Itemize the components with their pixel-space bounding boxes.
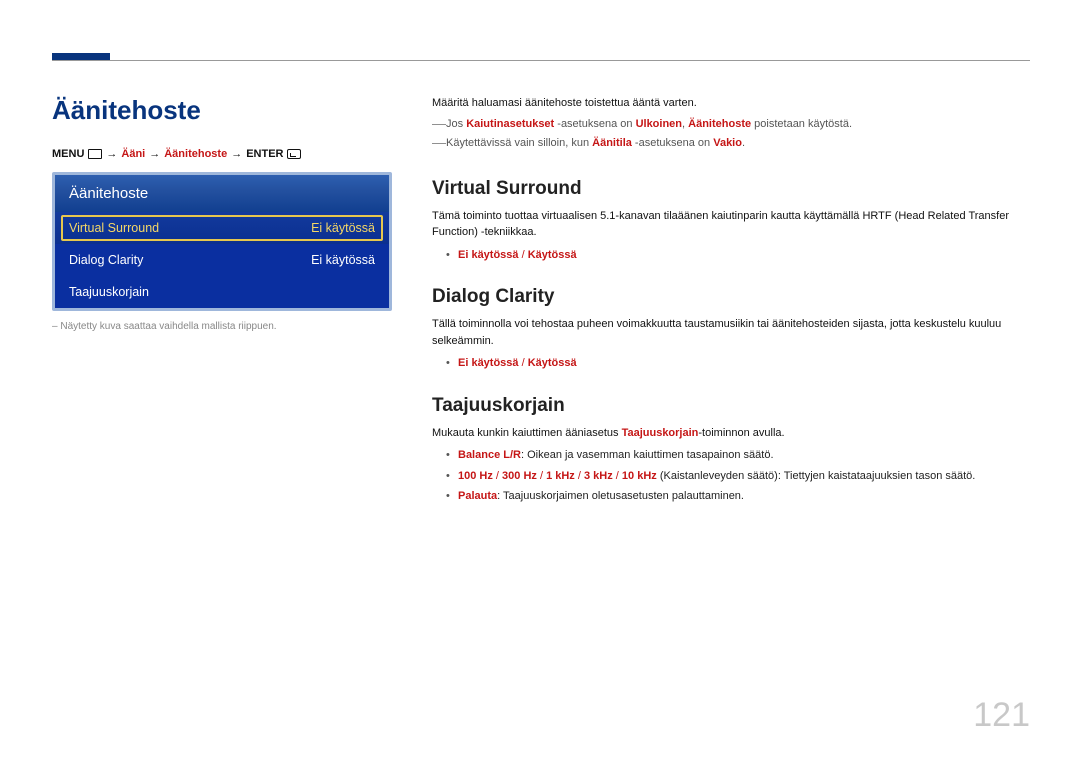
eq-bullet-reset: Palauta: Taajuuskorjaimen oletusasetuste… (432, 488, 1030, 506)
section-desc-dialog: Tällä toiminnolla voi tehostaa puheen vo… (432, 316, 1030, 349)
option-value: Ei käytössä (458, 357, 519, 369)
panel-caption: Näytetty kuva saattaa vaihdella mallista… (52, 321, 392, 332)
eq-band: 3 kHz (584, 470, 613, 482)
intro-line: Määritä haluamasi äänitehoste toistettua… (432, 95, 1030, 112)
osd-row-dialog-clarity[interactable]: Dialog Clarity Ei käytössä (55, 244, 389, 276)
breadcrumb-item-aani: Ääni (121, 148, 145, 160)
arrow-icon: → (231, 148, 242, 160)
page-title: Äänitehoste (52, 95, 392, 126)
eq-desc-bold: Taajuuskorjain (622, 427, 699, 439)
eq-desc-pre: Mukauta kunkin kaiuttimen ääniasetus (432, 427, 622, 439)
dash-icon: ― (432, 116, 446, 133)
option-line-virtual: Ei käytössä / Käytössä (432, 247, 1030, 265)
page-number: 121 (973, 696, 1030, 735)
breadcrumb-enter: ENTER (246, 148, 283, 160)
breadcrumb: MENU → Ääni → Äänitehoste → ENTER (52, 148, 392, 160)
enter-icon (287, 149, 301, 159)
note-text: poistetaan käytöstä. (751, 118, 852, 130)
eq-text: (Kaistanleveyden säätö): Tiettyjen kaist… (657, 470, 976, 482)
note-bold: Kaiutinasetukset (466, 118, 554, 130)
osd-row-label: Dialog Clarity (69, 253, 143, 267)
eq-bullet-balance: Balance L/R: Oikean ja vasemman kaiuttim… (432, 447, 1030, 465)
note-text: -asetuksena on (554, 118, 635, 130)
option-sep: / (519, 357, 528, 369)
header-rule (52, 60, 1030, 61)
breadcrumb-menu: MENU (52, 148, 84, 160)
eq-band: 10 kHz (622, 470, 657, 482)
intro-note-2: ― Käytettävissä vain silloin, kun Ääniti… (432, 135, 1030, 152)
arrow-icon: → (149, 148, 160, 160)
breadcrumb-item-aanitehoste: Äänitehoste (164, 148, 227, 160)
osd-row-taajuuskorjain[interactable]: Taajuuskorjain (55, 276, 389, 308)
eq-desc-post: -toiminnon avulla. (698, 427, 784, 439)
header-accent (52, 53, 110, 60)
option-value: Ei käytössä (458, 249, 519, 261)
note-text: Jos (446, 118, 466, 130)
note-text: . (742, 137, 745, 149)
eq-label: Balance L/R (458, 449, 521, 461)
osd-row-value: Ei käytössä (311, 221, 375, 235)
note-text: Käytettävissä vain silloin, kun (446, 137, 592, 149)
osd-row-virtual-surround[interactable]: Virtual Surround Ei käytössä (55, 212, 389, 244)
osd-row-label: Taajuuskorjain (69, 285, 149, 299)
osd-row-value: Ei käytössä (311, 253, 375, 267)
intro-note-1: ― Jos Kaiutinasetukset -asetuksena on Ul… (432, 116, 1030, 133)
eq-text: : Taajuuskorjaimen oletusasetusten palau… (497, 490, 744, 502)
eq-text: : Oikean ja vasemman kaiuttimen tasapain… (521, 449, 774, 461)
option-value: Käytössä (528, 357, 577, 369)
menu-icon (88, 149, 102, 159)
eq-band: 1 kHz (546, 470, 575, 482)
osd-panel-title: Äänitehoste (55, 175, 389, 212)
osd-row-label: Virtual Surround (69, 221, 159, 235)
option-sep: / (519, 249, 528, 261)
dash-icon: ― (432, 135, 446, 152)
note-bold: Äänitehoste (688, 118, 751, 130)
section-desc-eq: Mukauta kunkin kaiuttimen ääniasetus Taa… (432, 425, 1030, 442)
note-bold: Äänitila (592, 137, 632, 149)
eq-band: 100 Hz (458, 470, 493, 482)
note-bold: Vakio (713, 137, 742, 149)
section-heading-virtual: Virtual Surround (432, 178, 1030, 200)
option-line-dialog: Ei käytössä / Käytössä (432, 355, 1030, 373)
section-heading-dialog: Dialog Clarity (432, 286, 1030, 308)
option-value: Käytössä (528, 249, 577, 261)
eq-band: 300 Hz (502, 470, 537, 482)
section-desc-virtual: Tämä toiminto tuottaa virtuaalisen 5.1-k… (432, 208, 1030, 241)
eq-bullet-bands: 100 Hz / 300 Hz / 1 kHz / 3 kHz / 10 kHz… (432, 468, 1030, 486)
note-bold: Ulkoinen (636, 118, 682, 130)
section-heading-eq: Taajuuskorjain (432, 395, 1030, 417)
note-text: -asetuksena on (632, 137, 713, 149)
osd-panel: Äänitehoste Virtual Surround Ei käytössä… (52, 172, 392, 311)
eq-label: Palauta (458, 490, 497, 502)
arrow-icon: → (106, 148, 117, 160)
